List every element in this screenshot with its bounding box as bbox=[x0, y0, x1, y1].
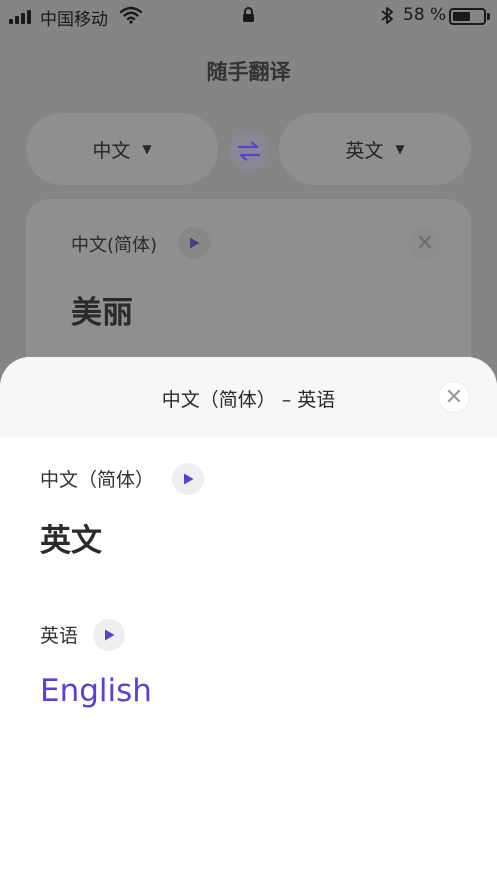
translation-sheet: 中文（简体） – 英语 ✕ 中文（简体） 英文 英语 English bbox=[0, 357, 497, 883]
target-play-button[interactable] bbox=[93, 619, 125, 651]
source-language-selector[interactable]: 中文 ▼ bbox=[26, 113, 218, 185]
dropdown-arrow-icon: ▼ bbox=[142, 142, 152, 156]
sheet-header: 中文（简体） – 英语 ✕ bbox=[0, 357, 497, 437]
source-play-button[interactable] bbox=[172, 463, 204, 495]
source-text: 英文 bbox=[40, 523, 102, 559]
play-icon bbox=[105, 629, 115, 641]
signal-icon bbox=[9, 10, 31, 24]
play-icon bbox=[190, 237, 200, 249]
bluetooth-icon bbox=[380, 6, 394, 30]
battery-tip bbox=[487, 13, 490, 20]
dropdown-arrow-icon: ▼ bbox=[395, 142, 405, 156]
close-sheet-button[interactable]: ✕ bbox=[438, 381, 470, 413]
close-icon: ✕ bbox=[444, 384, 464, 410]
status-bar: 中国移动 58 % bbox=[0, 0, 497, 32]
source-language-label: 中文（简体） bbox=[40, 469, 155, 491]
app-title: 随手翻译 bbox=[206, 60, 291, 84]
target-language-selector[interactable]: 英文 ▼ bbox=[279, 113, 471, 185]
target-language-label: 英语 bbox=[40, 625, 79, 647]
battery-percentage: 58 % bbox=[403, 5, 447, 25]
clear-input-button[interactable]: ✕ bbox=[409, 227, 441, 259]
input-language-label: 中文(简体) bbox=[71, 235, 158, 256]
carrier-name: 中国移动 bbox=[40, 10, 108, 30]
source-language-label: 中文 bbox=[92, 139, 131, 162]
translated-text: English bbox=[40, 673, 152, 709]
play-icon bbox=[184, 473, 194, 485]
sheet-title: 中文（简体） – 英语 bbox=[161, 389, 336, 411]
wifi-icon bbox=[119, 6, 143, 29]
battery-level bbox=[453, 12, 470, 21]
close-icon: ✕ bbox=[415, 230, 435, 256]
swap-icon bbox=[237, 141, 261, 161]
target-language-label: 英文 bbox=[345, 139, 384, 162]
input-text: 美丽 bbox=[71, 295, 133, 331]
battery-icon bbox=[449, 8, 486, 25]
input-play-button[interactable] bbox=[178, 227, 210, 259]
swap-languages-button[interactable] bbox=[229, 131, 269, 171]
lock-icon bbox=[242, 7, 255, 28]
